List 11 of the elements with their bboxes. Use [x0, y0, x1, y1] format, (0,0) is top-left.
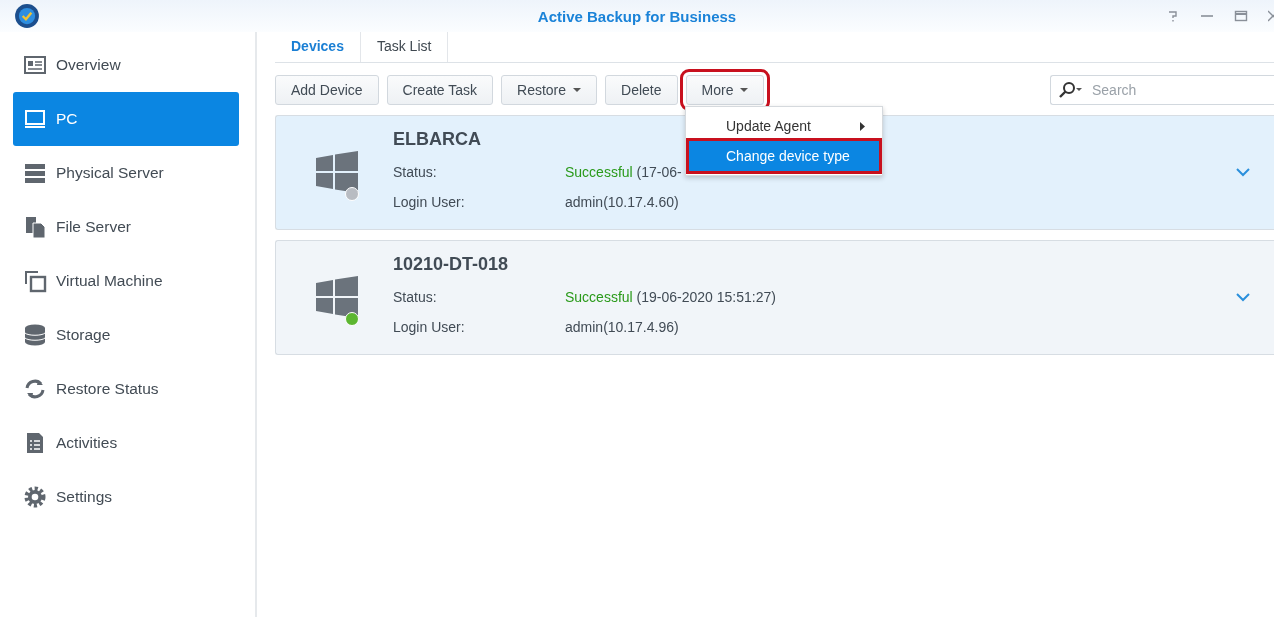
user-value: admin(10.17.4.96): [565, 318, 679, 335]
device-name: 10210-DT-018: [393, 253, 510, 275]
window-title: Active Backup for Business: [537, 7, 737, 25]
field-label: Login User:: [393, 318, 466, 335]
device-name: ELBARCA: [393, 128, 482, 150]
field-label: Login User:: [393, 193, 466, 210]
field-label: Status:: [393, 288, 438, 305]
status-value: Successful (19-06-2020 15:51:27): [565, 288, 776, 305]
status-value: Successful (17-06-: [565, 163, 682, 180]
user-value: admin(10.17.4.60): [565, 193, 679, 210]
field-label: Status:: [393, 163, 438, 180]
